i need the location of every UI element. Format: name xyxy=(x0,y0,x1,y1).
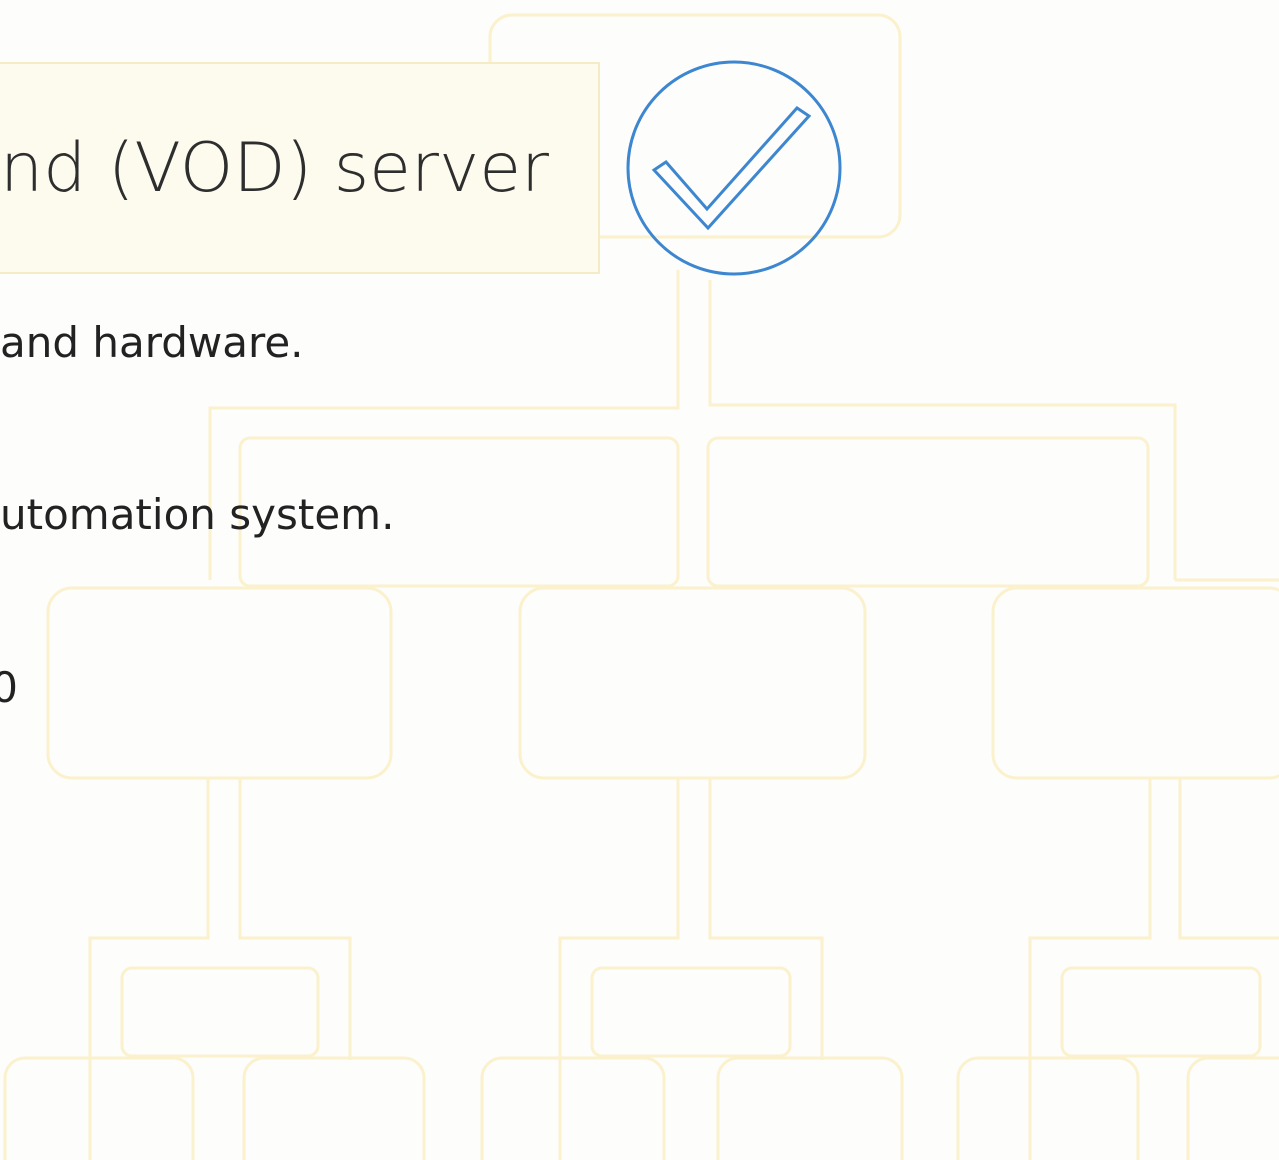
chart-node-row3-c xyxy=(991,586,1279,780)
chart-node-row5-c xyxy=(480,1056,666,1160)
chart-node-row5-e xyxy=(956,1056,1140,1160)
chart-node-row3-b xyxy=(518,586,867,780)
chart-node-row2-b xyxy=(706,436,1150,588)
chart-node-row5-d xyxy=(716,1056,904,1160)
text-line: and hardware. xyxy=(0,318,304,367)
text-line: 0 xyxy=(0,663,18,712)
chart-node-row5-f xyxy=(1186,1056,1279,1160)
chart-node-row5-a xyxy=(3,1056,195,1160)
chart-node-row4-a xyxy=(120,966,320,1058)
text-line: utomation system. xyxy=(0,490,395,539)
chart-node-row4-b xyxy=(590,966,792,1058)
page-title: nd (VOD) server xyxy=(0,129,550,208)
check-circle-icon xyxy=(626,60,842,276)
chart-node-row4-c xyxy=(1060,966,1262,1058)
chart-node-row3-a xyxy=(46,586,393,780)
chart-node-row5-b xyxy=(242,1056,426,1160)
